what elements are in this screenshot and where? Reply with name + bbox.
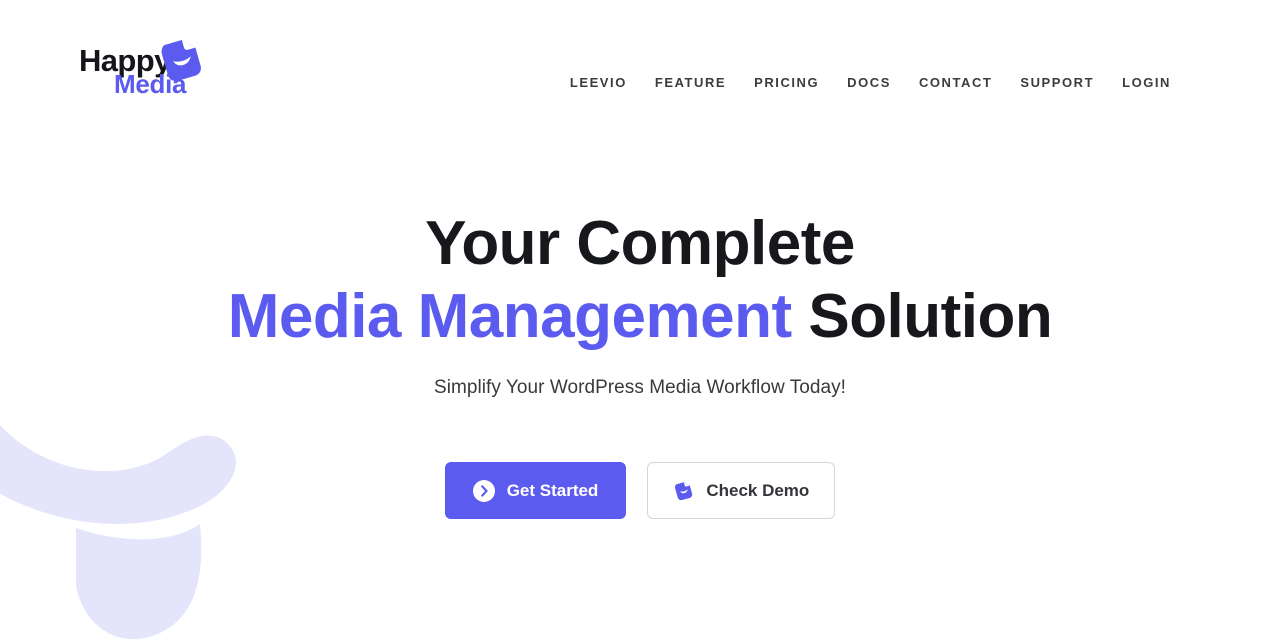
nav-item-feature[interactable]: FEATURE (641, 71, 740, 94)
happy-media-logo-mark-icon (161, 40, 201, 81)
happy-media-logo-mark-icon (675, 482, 693, 501)
hero-title-accent: Media Management (227, 281, 792, 351)
hero-subtitle: Simplify Your WordPress Media Workflow T… (434, 377, 846, 399)
nav-item-pricing[interactable]: PRICING (740, 71, 833, 94)
nav-item-leevio[interactable]: LEEVIO (556, 71, 641, 94)
get-started-label: Get Started (506, 480, 599, 500)
nav-item-login[interactable]: LOGIN (1108, 71, 1185, 94)
check-demo-label: Check Demo (706, 480, 810, 500)
circle-arrow-right-icon (472, 479, 495, 502)
nav-item-support[interactable]: SUPPORT (1006, 71, 1108, 94)
page-title: Your Complete Media Management Solution (228, 208, 1053, 353)
check-demo-button[interactable]: Check Demo (647, 462, 836, 520)
nav-item-contact[interactable]: CONTACT (905, 71, 1006, 94)
brand-logo[interactable]: Happy Media (79, 40, 239, 111)
hero-title-rest: Solution (791, 281, 1053, 351)
hero-title-line-1: Your Complete (425, 209, 855, 278)
main-navigation: LEEVIO FEATURE PRICING DOCS CONTACT SUPP… (556, 71, 1185, 94)
hero-title-line-2: Media Management Solution (228, 281, 1053, 354)
site-header: Happy Media LEEVIO FEATURE PRICING DOCS … (0, 0, 1280, 160)
hero-cta-row: Get Started Check Demo (444, 462, 836, 520)
nav-item-docs[interactable]: DOCS (833, 71, 905, 94)
get-started-button[interactable]: Get Started (444, 462, 627, 520)
landing-page: Happy Media LEEVIO FEATURE PRICING DOCS … (0, 0, 1280, 640)
